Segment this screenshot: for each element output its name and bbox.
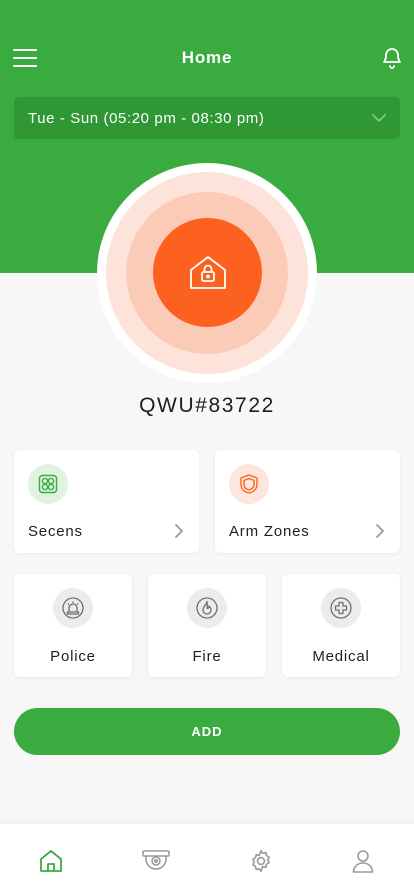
police-siren-icon: [62, 597, 84, 619]
tab-profile[interactable]: [350, 848, 376, 874]
police-card[interactable]: Police: [14, 574, 132, 677]
device-id: QWU#83722: [139, 394, 275, 417]
chevron-right-icon: [376, 524, 384, 538]
add-button[interactable]: ADD: [14, 708, 400, 755]
notifications-button[interactable]: [380, 46, 404, 70]
police-label: Police: [50, 648, 96, 665]
user-icon: [352, 850, 374, 873]
fire-card[interactable]: Fire: [148, 574, 266, 677]
schedule-value: Tue - Sun (05:20 pm - 08:30 pm): [28, 109, 265, 127]
house-lock-icon: [189, 255, 226, 289]
chevron-right-icon: [175, 524, 183, 538]
bottom-tab-bar: [0, 824, 414, 896]
page-title: Home: [181, 48, 233, 67]
scenes-card[interactable]: Secens: [14, 450, 199, 553]
scenes-label: Secens: [28, 523, 83, 540]
tab-camera[interactable]: [141, 848, 171, 874]
medical-icon-circle: [321, 588, 361, 628]
arm-disarm-button[interactable]: [153, 218, 262, 327]
tab-settings[interactable]: [248, 848, 274, 874]
scenes-icon-circle: [28, 464, 68, 504]
fire-icon-circle: [187, 588, 227, 628]
schedule-dropdown[interactable]: Tue - Sun (05:20 pm - 08:30 pm): [14, 97, 400, 139]
arm-zones-card[interactable]: Arm Zones: [215, 450, 400, 553]
camera-icon: [142, 850, 170, 870]
medical-label: Medical: [312, 648, 370, 665]
medical-card[interactable]: Medical: [282, 574, 400, 677]
bell-icon: [383, 48, 401, 69]
medical-cross-icon: [330, 597, 352, 619]
police-icon-circle: [53, 588, 93, 628]
arm-zones-icon-circle: [229, 464, 269, 504]
fire-icon: [196, 597, 218, 619]
gear-icon: [252, 849, 270, 873]
fire-label: Fire: [192, 648, 222, 665]
home-icon: [40, 850, 62, 872]
arm-zones-label: Arm Zones: [229, 523, 310, 540]
scenes-icon: [38, 474, 58, 494]
tab-home[interactable]: [38, 848, 64, 874]
chevron-down-icon: [372, 114, 386, 122]
shield-icon: [240, 474, 258, 494]
